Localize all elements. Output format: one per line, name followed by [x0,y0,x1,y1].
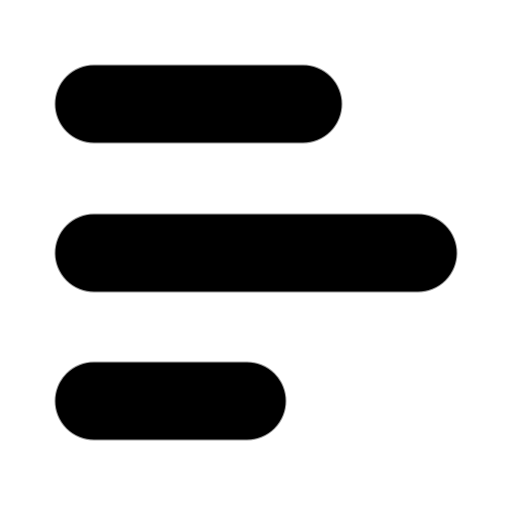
top-bar [54,64,343,144]
middle-bar [54,213,458,293]
icon-canvas [0,0,512,512]
menu-lines-icon [54,64,458,441]
bottom-bar [54,361,287,441]
